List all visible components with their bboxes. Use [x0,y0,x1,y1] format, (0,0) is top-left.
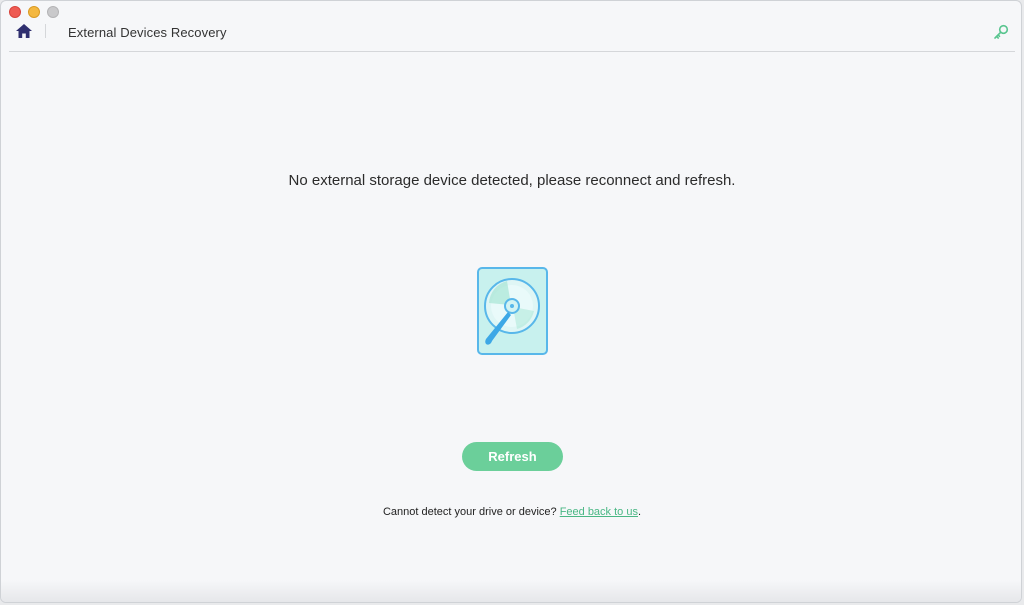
home-button[interactable] [14,21,34,41]
header-divider [45,24,46,38]
minimize-window-button[interactable] [28,6,40,18]
key-icon [994,24,1009,39]
window-controls [9,6,59,18]
hard-drive-icon [477,267,548,355]
bottom-edge [1,580,1021,602]
license-key-button[interactable] [991,22,1011,42]
close-window-button[interactable] [9,6,21,18]
feedback-prompt: Cannot detect your drive or device? Feed… [1,506,1021,518]
feedback-prompt-suffix: . [637,506,642,518]
page-title: External Devices Recovery [68,25,227,40]
no-device-message: No external storage device detected, ple… [288,172,736,189]
feedback-link[interactable]: Feed back to us [560,506,638,518]
zoom-window-button[interactable] [47,6,59,18]
app-window: External Devices Recovery No external st… [0,0,1022,603]
header-bar: External Devices Recovery [9,19,1015,52]
refresh-button[interactable]: Refresh [462,442,563,471]
home-icon [16,24,32,38]
feedback-prompt-text: Cannot detect your drive or device? [382,506,560,518]
